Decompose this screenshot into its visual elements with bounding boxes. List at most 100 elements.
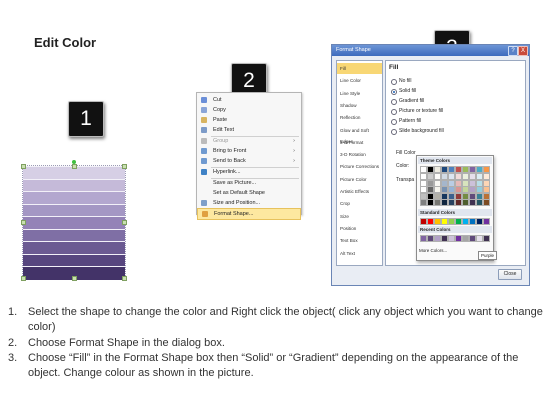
theme-color-swatch[interactable] (476, 199, 483, 206)
recent-color-swatch[interactable] (434, 235, 441, 242)
radio-picture-or-texture-fill[interactable]: Picture or texture fill (391, 107, 443, 115)
sidebar-item-fill[interactable]: Fill (337, 63, 382, 74)
standard-color-swatch[interactable] (469, 218, 476, 225)
theme-color-swatch[interactable] (469, 199, 476, 206)
standard-color-swatch[interactable] (483, 218, 490, 225)
standard-color-swatch[interactable] (427, 218, 434, 225)
theme-color-swatch[interactable] (441, 166, 448, 173)
standard-color-swatch[interactable] (434, 218, 441, 225)
resize-handle[interactable] (122, 276, 127, 281)
resize-handle[interactable] (21, 220, 26, 225)
standard-color-swatch[interactable] (448, 218, 455, 225)
menu-item-cut[interactable]: Cut (197, 95, 301, 105)
menu-item-format-shape[interactable]: Format Shape... (197, 208, 301, 220)
color-picker-popup: Theme Colors Standard Colors Recent Colo… (416, 155, 494, 261)
recent-color-swatch[interactable] (427, 235, 434, 242)
recent-color-swatch[interactable] (441, 235, 448, 242)
menu-item-size-and-position[interactable]: Size and Position... (197, 198, 301, 208)
sidebar-item-size[interactable]: Size (337, 211, 382, 222)
theme-color-swatch[interactable] (483, 166, 490, 173)
help-button[interactable]: ? (508, 46, 518, 56)
theme-color-swatch[interactable] (455, 199, 462, 206)
sidebar-item-text-box[interactable]: Text Box (337, 235, 382, 246)
sidebar-item-picture-color[interactable]: Picture Color (337, 174, 382, 185)
sidebar-item-picture-corrections[interactable]: Picture Corrections (337, 161, 382, 172)
theme-color-swatch[interactable] (483, 199, 490, 206)
instruction-step: 2. Choose Format Shape in the dialog box. (8, 336, 553, 351)
more-colors-link[interactable]: More Colors... (419, 248, 447, 253)
recent-color-swatch[interactable] (483, 235, 490, 242)
radio-button-icon[interactable] (391, 88, 397, 95)
menu-item-set-as-default-shape[interactable]: Set as Default Shape (197, 188, 301, 198)
recent-color-swatch[interactable] (420, 235, 427, 242)
resize-handle[interactable] (21, 276, 26, 281)
standard-color-swatch[interactable] (455, 218, 462, 225)
menu-item-label: Format Shape... (214, 211, 254, 217)
resize-handle[interactable] (122, 220, 127, 225)
sidebar-item-crop[interactable]: Crop (337, 198, 382, 209)
sidebar-item-3-d-rotation[interactable]: 3-D Rotation (337, 149, 382, 160)
menu-item-bring-to-front[interactable]: Bring to Front › (197, 146, 301, 156)
radio-button-icon[interactable] (391, 98, 397, 105)
theme-color-swatch[interactable] (434, 166, 441, 173)
close-button[interactable]: Close (498, 269, 522, 280)
sidebar-item-reflection[interactable]: Reflection (337, 112, 382, 123)
theme-color-swatch[interactable] (455, 166, 462, 173)
menu-item-group[interactable]: Group › (197, 136, 301, 146)
sidebar-item-alt-text[interactable]: Alt Text (337, 248, 382, 259)
radio-button-icon[interactable] (391, 118, 397, 125)
resize-handle[interactable] (122, 164, 127, 169)
step-number: 2. (8, 336, 18, 349)
radio-button-icon[interactable] (391, 108, 397, 115)
theme-color-swatch[interactable] (420, 199, 427, 206)
sidebar-item-3-d-format[interactable]: 3-D Format (337, 137, 382, 148)
recent-color-swatch[interactable] (455, 235, 462, 242)
radio-solid-fill[interactable]: Solid fill (391, 87, 416, 95)
standard-color-swatch[interactable] (476, 218, 483, 225)
radio-no-fill[interactable]: No fill (391, 77, 412, 85)
menu-item-send-to-back[interactable]: Send to Back › (197, 156, 301, 166)
standard-color-swatch[interactable] (441, 218, 448, 225)
sidebar-item-line-style[interactable]: Line Style (337, 88, 382, 99)
radio-button-icon[interactable] (391, 78, 397, 85)
resize-handle[interactable] (21, 164, 26, 169)
theme-color-swatch[interactable] (420, 166, 427, 173)
theme-color-swatch[interactable] (427, 199, 434, 206)
standard-color-swatch[interactable] (420, 218, 427, 225)
sidebar-item-line-color[interactable]: Line Color (337, 75, 382, 86)
menu-item-paste[interactable]: Paste (197, 115, 301, 125)
radio-pattern-fill[interactable]: Pattern fill (391, 117, 421, 125)
theme-color-swatch[interactable] (476, 166, 483, 173)
menu-item-save-as-picture[interactable]: Save as Picture... (197, 178, 301, 188)
theme-color-swatch[interactable] (469, 166, 476, 173)
stacked-purple-shape[interactable] (21, 164, 127, 281)
menu-item-edit-text[interactable]: Edit Text (197, 125, 301, 135)
sidebar-item-glow-and-soft-edges[interactable]: Glow and Soft Edges (337, 125, 382, 144)
theme-color-swatch[interactable] (434, 199, 441, 206)
sidebar-item-artistic-effects[interactable]: Artistic Effects (337, 186, 382, 197)
resize-handle[interactable] (72, 276, 77, 281)
close-icon[interactable]: X (518, 46, 528, 56)
sidebar-item-shadow[interactable]: Shadow (337, 100, 382, 111)
resize-handle[interactable] (72, 164, 77, 169)
theme-color-swatch[interactable] (448, 199, 455, 206)
radio-gradient-fill[interactable]: Gradient fill (391, 97, 424, 105)
radio-slide-background-fill[interactable]: Slide background fill (391, 127, 444, 135)
theme-color-swatch[interactable] (448, 166, 455, 173)
theme-color-swatch[interactable] (441, 199, 448, 206)
standard-color-swatch[interactable] (462, 218, 469, 225)
theme-color-swatch[interactable] (462, 199, 469, 206)
recent-color-swatch[interactable] (448, 235, 455, 242)
recent-color-swatch[interactable] (469, 235, 476, 242)
step-text: Select the shape to change the color and… (28, 306, 543, 334)
menu-item-hyperlink[interactable]: Hyperlink... (197, 167, 301, 177)
menu-item-copy[interactable]: Copy (197, 105, 301, 115)
dialog-sidebar: Fill Line Color Line Style Shadow Reflection… (336, 60, 383, 266)
theme-color-swatch[interactable] (462, 166, 469, 173)
standard-colors-heading: Standard Colors (418, 209, 492, 216)
radio-button-icon[interactable] (391, 128, 397, 135)
recent-color-swatch[interactable] (462, 235, 469, 242)
sidebar-item-position[interactable]: Position (337, 223, 382, 234)
theme-color-swatch[interactable] (427, 166, 434, 173)
recent-color-swatch[interactable] (476, 235, 483, 242)
